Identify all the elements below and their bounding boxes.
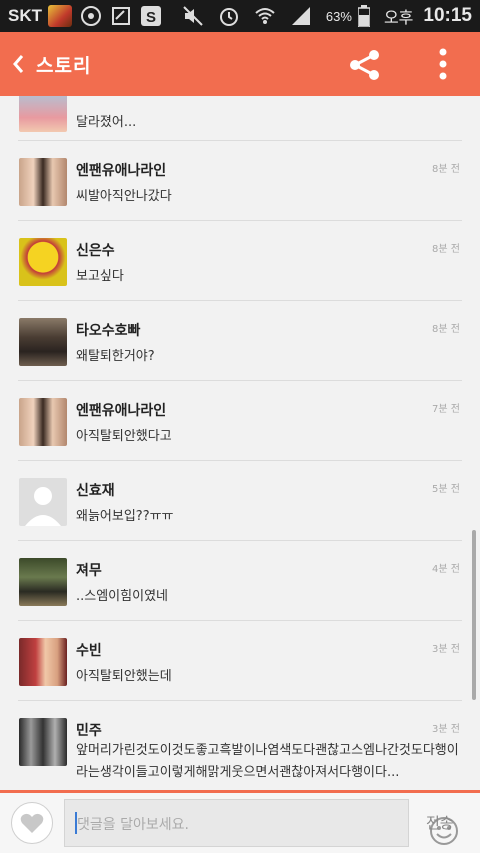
battery-icon (357, 5, 370, 27)
comment-item[interactable]: 달라졌어... (0, 96, 462, 146)
comment-text: ..스엠이힘이였네 (76, 589, 168, 604)
comment-author[interactable]: 민주 (76, 720, 102, 740)
status-bar: SKT S 63% 오후 10:15 (0, 0, 480, 32)
comment-item[interactable]: 엔팬유애나라인 씨발아직안나갔다 8분 전 (0, 140, 462, 220)
comment-time: 4분 전 (432, 564, 460, 575)
comment-input[interactable]: 댓글을 달아보세요. (64, 799, 458, 847)
comment-item[interactable]: 져무 ..스엠이힘이였네 4분 전 (0, 540, 462, 620)
avatar (19, 558, 67, 606)
avatar (19, 398, 67, 446)
comment-time: 8분 전 (432, 164, 460, 175)
scrollbar[interactable] (472, 530, 476, 700)
more-button[interactable] (428, 46, 458, 82)
comment-time: 8분 전 (432, 324, 460, 335)
comment-text: 씨발아직안나갔다 (76, 189, 172, 204)
avatar (19, 96, 67, 132)
download-icon (110, 5, 132, 27)
avatar (19, 718, 67, 766)
wifi-icon (254, 5, 276, 27)
comment-text: 왜늙어보입??ㅠㅠ (76, 509, 174, 524)
signal-icon (290, 5, 312, 27)
carrier-label: SKT (8, 6, 42, 25)
s-app-icon: S (140, 5, 162, 27)
more-vert-icon (439, 48, 447, 80)
comment-time: 7분 전 (432, 404, 460, 415)
clock: 10:15 (423, 5, 472, 26)
comment-author[interactable]: 신효재 (76, 480, 115, 500)
svg-text:S: S (146, 9, 156, 26)
comment-placeholder: 댓글을 달아보세요. (77, 817, 189, 833)
avatar (19, 238, 67, 286)
notification-app-icon (48, 5, 72, 27)
comment-composer: 댓글을 달아보세요. 전송 (0, 790, 480, 853)
heart-icon (20, 813, 44, 833)
alarm-icon (218, 5, 240, 27)
comment-item[interactable]: 민주 앞머리가린것도이것도좋고흑발이나염색도다괜찮고스엠나간것도다행이라는생각이… (0, 700, 462, 790)
mute-icon (182, 5, 204, 27)
comment-text: 왜탈퇴한거야? (76, 349, 155, 364)
comment-text: 보고싶다 (76, 269, 124, 284)
chevron-left-icon (13, 55, 24, 73)
app-bar: 스토리 (0, 32, 480, 96)
comment-item[interactable]: 신은수 보고싶다 8분 전 (0, 220, 462, 300)
comment-author[interactable]: 신은수 (76, 240, 115, 260)
send-button[interactable]: 전송 (426, 812, 454, 833)
comment-author[interactable]: 타오수호빠 (76, 320, 140, 340)
comment-time: 3분 전 (432, 644, 460, 655)
comment-time: 5분 전 (432, 484, 460, 495)
avatar (19, 158, 67, 206)
comment-author[interactable]: 엔팬유애나라인 (76, 160, 166, 180)
back-button[interactable] (0, 32, 36, 96)
comment-text: 앞머리가린것도이것도좋고흑발이나염색도다괜찮고스엠나간것도다행이라는생각이들고이… (76, 743, 459, 780)
comment-time: 8분 전 (432, 244, 460, 255)
comment-list[interactable]: 달라졌어... 엔팬유애나라인 씨발아직안나갔다 8분 전 신은수 보고싶다 8… (0, 96, 480, 790)
comment-item[interactable]: 수빈 아직탈퇴안했는데 3분 전 (0, 620, 462, 700)
media-icon (80, 5, 102, 27)
comment-author[interactable]: 져무 (76, 560, 102, 580)
battery-percent: 63% (325, 8, 352, 24)
comment-item[interactable]: 타오수호빠 왜탈퇴한거야? 8분 전 (0, 300, 462, 380)
am-pm-label: 오후 (383, 10, 414, 27)
comment-author[interactable]: 엔팬유애나라인 (76, 400, 166, 420)
comment-text: 아직탈퇴안했다고 (76, 429, 172, 444)
page-title: 스토리 (36, 54, 92, 77)
comment-item[interactable]: 엔팬유애나라인 아직탈퇴안했다고 7분 전 (0, 380, 462, 460)
avatar (19, 318, 67, 366)
comment-text: 아직탈퇴안했는데 (76, 669, 172, 684)
comment-time: 3분 전 (432, 724, 460, 735)
share-icon (350, 50, 379, 80)
like-button[interactable] (11, 802, 53, 844)
comment-item[interactable]: 신효재 왜늙어보입??ㅠㅠ 5분 전 (0, 460, 462, 540)
default-avatar-icon (19, 478, 67, 526)
avatar (19, 638, 67, 686)
share-button[interactable] (348, 48, 382, 82)
comment-author[interactable]: 수빈 (76, 640, 102, 660)
comment-text: 달라졌어... (76, 115, 137, 130)
